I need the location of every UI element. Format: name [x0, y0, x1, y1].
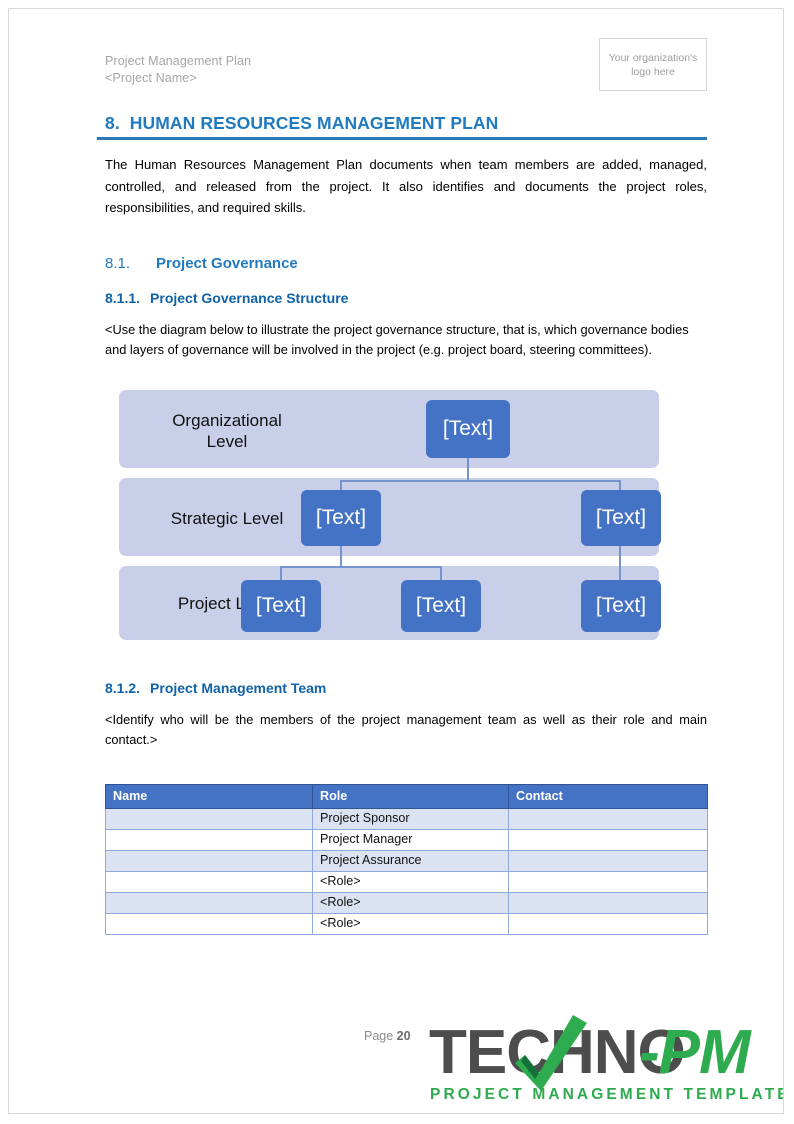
- connector-root-stem: [467, 457, 469, 482]
- header-line-2: <Project Name>: [105, 71, 197, 85]
- table-row[interactable]: <Role>: [105, 912, 708, 935]
- subsection-title-8-1-2: Project Management Team: [150, 679, 327, 696]
- connector-strategic-2-stem: [619, 545, 621, 582]
- techno-pm-logo: TECHNO -PM PROJECT MANAGEMENT TEMPLATES: [427, 1011, 783, 1107]
- logo-placeholder-text: Your organization's logo here: [608, 51, 698, 78]
- cell-role[interactable]: <Role>: [312, 891, 509, 914]
- node-project-2[interactable]: [Text]: [401, 579, 481, 632]
- svg-text:PROJECT MANAGEMENT TEMPLATES: PROJECT MANAGEMENT TEMPLATES: [430, 1086, 783, 1103]
- band-label-organizational: Organizational Level: [172, 410, 282, 451]
- subsection-heading-8-1: 8.1. Project Governance: [97, 255, 707, 272]
- column-header-contact: Contact: [508, 783, 708, 809]
- table-header-row: Name Role Contact: [105, 783, 708, 809]
- team-table-instruction: <Identify who will be the members of the…: [105, 711, 707, 747]
- cell-name[interactable]: [105, 891, 313, 914]
- node-project-3[interactable]: [Text]: [581, 579, 661, 632]
- section-title: HUMAN RESOURCES MANAGEMENT PLAN: [129, 113, 499, 133]
- cell-contact[interactable]: [508, 828, 708, 851]
- techno-pm-logo-svg: TECHNO -PM PROJECT MANAGEMENT TEMPLATES: [429, 1015, 783, 1103]
- cell-name[interactable]: [105, 870, 313, 893]
- node-strategic-1[interactable]: [Text]: [301, 489, 381, 546]
- page-number-value: 20: [396, 1029, 411, 1043]
- header-line-1: Project Management Plan: [105, 54, 252, 68]
- cell-name[interactable]: [105, 912, 313, 935]
- section-heading-block: 8. HUMAN RESOURCES MANAGEMENT PLAN: [97, 113, 707, 134]
- page-label: Page: [364, 1029, 397, 1043]
- governance-structure-diagram: Organizational Level Strategic Level Pro…: [119, 389, 661, 640]
- subsection-number-8-1-2: 8.1.2.: [105, 679, 141, 696]
- cell-name[interactable]: [105, 849, 313, 872]
- column-header-name: Name: [105, 783, 313, 809]
- project-management-team-table-wrapper: Name Role Contact Project Sponsor Projec…: [97, 783, 708, 935]
- band-label-strategic: Strategic Level: [170, 508, 284, 528]
- document-footer: Page 20 TECHNO -PM PROJECT MANAGEMENT TE…: [17, 1003, 793, 1113]
- cell-role[interactable]: Project Manager: [312, 828, 509, 851]
- cell-role[interactable]: Project Assurance: [312, 849, 509, 872]
- governance-structure-instruction: <Use the diagram below to illustrate the…: [105, 321, 689, 357]
- cell-contact[interactable]: [508, 891, 708, 914]
- column-header-role: Role: [312, 783, 509, 809]
- document-page: Project Management Plan <Project Name> Y…: [8, 8, 784, 1114]
- cell-name[interactable]: [105, 828, 313, 851]
- subsection-number-8-1: 8.1.: [105, 254, 131, 272]
- cell-role[interactable]: Project Sponsor: [312, 807, 509, 830]
- cell-contact[interactable]: [508, 849, 708, 872]
- connector-strategic-1-stem: [340, 545, 342, 568]
- table-row[interactable]: Project Assurance: [105, 849, 708, 872]
- node-strategic-2[interactable]: [Text]: [581, 489, 661, 546]
- subsection-title-8-1: Project Governance: [156, 254, 298, 272]
- table-row[interactable]: <Role>: [105, 870, 708, 893]
- cell-role[interactable]: <Role>: [312, 912, 509, 935]
- page-title: 8. HUMAN RESOURCES MANAGEMENT PLAN: [105, 113, 707, 134]
- table-row[interactable]: <Role>: [105, 891, 708, 914]
- node-organizational-1[interactable]: [Text]: [426, 399, 510, 458]
- cell-contact[interactable]: [508, 870, 708, 893]
- section-number: 8.: [105, 113, 120, 133]
- connector-strategic-1-horizontal: [280, 565, 442, 568]
- subsection-title-8-1-1: Project Governance Structure: [150, 289, 349, 306]
- page-content: Project Management Plan <Project Name> Y…: [97, 31, 708, 935]
- cell-role[interactable]: <Role>: [312, 870, 509, 893]
- section-intro-paragraph: The Human Resources Management Plan docu…: [105, 157, 707, 215]
- project-management-team-table: Name Role Contact Project Sponsor Projec…: [105, 783, 708, 935]
- svg-text:-PM: -PM: [639, 1018, 752, 1087]
- heading-rule: [97, 137, 707, 140]
- subsection-heading-8-1-1: 8.1.1. Project Governance Structure: [97, 290, 707, 306]
- node-project-1[interactable]: [Text]: [241, 579, 321, 632]
- organization-logo-placeholder: Your organization's logo here: [599, 38, 707, 91]
- table-row[interactable]: Project Sponsor: [105, 807, 708, 830]
- document-header: Project Management Plan <Project Name> Y…: [97, 31, 707, 101]
- cell-name[interactable]: [105, 807, 313, 830]
- table-row[interactable]: Project Manager: [105, 828, 708, 851]
- header-title-block: Project Management Plan <Project Name>: [105, 53, 251, 87]
- page-number: Page 20: [364, 1029, 411, 1043]
- subsection-number-8-1-1: 8.1.1.: [105, 289, 141, 306]
- cell-contact[interactable]: [508, 807, 708, 830]
- cell-contact[interactable]: [508, 912, 708, 935]
- subsection-heading-8-1-2: 8.1.2. Project Management Team: [97, 680, 707, 696]
- connector-root-horizontal: [340, 479, 621, 482]
